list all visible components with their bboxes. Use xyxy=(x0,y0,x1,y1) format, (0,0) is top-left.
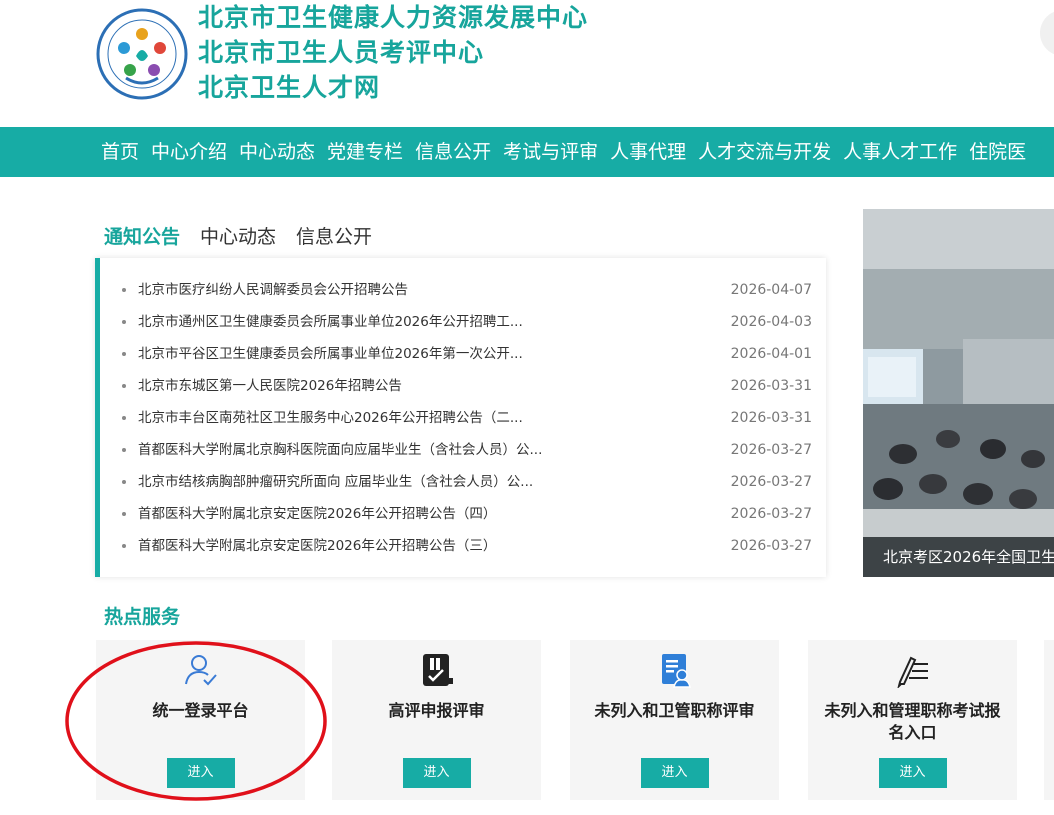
list-item[interactable]: 首都医科大学附属北京安定医院2026年公开招聘公告（四） 2026-03-27 xyxy=(122,498,812,530)
nav-item-news[interactable]: 中心动态 xyxy=(239,127,315,177)
news-date: 2026-03-27 xyxy=(730,442,812,458)
service-card-senior-review[interactable]: 高评申报评审 进入 xyxy=(332,640,541,800)
tab-center-news[interactable]: 中心动态 xyxy=(200,222,276,249)
nav-item-residency[interactable]: 住院医 xyxy=(969,127,1026,177)
news-date: 2026-04-07 xyxy=(730,282,812,298)
site-title-1: 北京市卫生健康人力资源发展中心 xyxy=(198,3,589,32)
news-photo-carousel[interactable]: 北京考区2026年全国卫生 xyxy=(863,209,1054,577)
tab-disclosure[interactable]: 信息公开 xyxy=(296,222,372,249)
main-nav: 首页 中心介绍 中心动态 党建专栏 信息公开 考试与评审 人事代理 人才交流与开… xyxy=(0,127,1054,177)
nav-item-hr-work[interactable]: 人事人才工作 xyxy=(843,127,957,177)
bullet-icon xyxy=(122,384,126,388)
service-card-login[interactable]: 统一登录平台 进入 xyxy=(96,640,305,800)
service-label: 未列入和管理职称考试报名入口 xyxy=(824,701,1001,742)
news-date: 2026-04-03 xyxy=(730,314,812,330)
site-header: 北京市卫生健康人力资源发展中心 北京市卫生人员考评中心 北京卫生人才网 xyxy=(0,0,1054,127)
list-item[interactable]: 北京市通州区卫生健康委员会所属事业单位2026年公开招聘工... 2026-04-… xyxy=(122,306,812,338)
news-date: 2026-03-31 xyxy=(730,410,812,426)
news-title[interactable]: 北京市通州区卫生健康委员会所属事业单位2026年公开招聘工... xyxy=(138,306,523,338)
news-title[interactable]: 首都医科大学附属北京安定医院2026年公开招聘公告（三） xyxy=(138,530,496,562)
enter-button[interactable]: 进入 xyxy=(402,758,471,788)
bullet-icon xyxy=(122,288,126,292)
nav-item-disclosure[interactable]: 信息公开 xyxy=(415,127,491,177)
pen-list-icon xyxy=(896,656,928,688)
list-item[interactable]: 北京市丰台区南苑社区卫生服务中心2026年公开招聘公告（二... 2026-03-… xyxy=(122,402,812,434)
bullet-icon xyxy=(122,352,126,356)
service-label: 高评申报评审 xyxy=(388,701,485,720)
site-title-2: 北京市卫生人员考评中心 xyxy=(198,38,485,67)
news-title[interactable]: 北京市东城区第一人民医院2026年招聘公告 xyxy=(138,370,402,402)
hot-services-title: 热点服务 xyxy=(104,606,181,628)
conference-photo xyxy=(863,209,1054,577)
enter-button[interactable]: 进入 xyxy=(640,758,709,788)
tab-notices[interactable]: 通知公告 xyxy=(104,222,180,249)
list-item[interactable]: 首都医科大学附属北京胸科医院面向应届毕业生（含社会人员）公... 2026-03-… xyxy=(122,434,812,466)
list-item[interactable]: 首都医科大学附属北京安定医院2026年公开招聘公告（三） 2026-03-27 xyxy=(122,530,812,562)
news-title[interactable]: 北京市丰台区南苑社区卫生服务中心2026年公开招聘公告（二... xyxy=(138,402,523,434)
list-item[interactable]: 北京市医疗纠纷人民调解委员会公开招聘公告 2026-04-07 xyxy=(122,274,812,306)
user-document-icon xyxy=(661,654,691,688)
service-label: 未列入和卫管职称评审 xyxy=(594,701,755,720)
news-title[interactable]: 首都医科大学附属北京安定医院2026年公开招聘公告（四） xyxy=(138,498,496,530)
news-title[interactable]: 北京市平谷区卫生健康委员会所属事业单位2026年第一次公开... xyxy=(138,338,523,370)
bullet-icon xyxy=(122,544,126,548)
nav-item-home[interactable]: 首页 xyxy=(101,127,139,177)
news-date: 2026-03-27 xyxy=(730,474,812,490)
search-button[interactable] xyxy=(1040,10,1054,56)
news-list-panel: 北京市医疗纠纷人民调解委员会公开招聘公告 2026-04-07 北京市通州区卫生健… xyxy=(95,258,826,577)
news-title[interactable]: 首都医科大学附属北京胸科医院面向应届毕业生（含社会人员）公... xyxy=(138,434,542,466)
bullet-icon xyxy=(122,416,126,420)
service-card-partial[interactable] xyxy=(1044,640,1054,800)
list-item[interactable]: 北京市结核病胸部肿瘤研究所面向 应届毕业生（含社会人员）公... 2026-03-… xyxy=(122,466,812,498)
bullet-icon xyxy=(122,320,126,324)
enter-button[interactable]: 进入 xyxy=(166,758,235,788)
user-check-icon xyxy=(184,655,217,686)
news-date: 2026-04-01 xyxy=(730,346,812,362)
service-card-title-review[interactable]: 未列入和卫管职称评审 进入 xyxy=(570,640,779,800)
list-item[interactable]: 北京市东城区第一人民医院2026年招聘公告 2026-03-31 xyxy=(122,370,812,402)
service-card-exam-registration[interactable]: 未列入和管理职称考试报名入口 进入 xyxy=(808,640,1017,800)
nav-item-personnel-agency[interactable]: 人事代理 xyxy=(610,127,686,177)
news-tabs: 通知公告 中心动态 信息公开 xyxy=(104,222,392,249)
center-logo-icon[interactable] xyxy=(96,8,188,100)
site-title-3: 北京卫生人才网 xyxy=(198,73,381,102)
document-stamp-icon xyxy=(422,654,453,686)
list-item[interactable]: 北京市平谷区卫生健康委员会所属事业单位2026年第一次公开... 2026-04-… xyxy=(122,338,812,370)
bullet-icon xyxy=(122,512,126,516)
bullet-icon xyxy=(122,448,126,452)
news-date: 2026-03-27 xyxy=(730,538,812,554)
enter-button[interactable]: 进入 xyxy=(878,758,947,788)
nav-item-intro[interactable]: 中心介绍 xyxy=(151,127,227,177)
nav-item-party[interactable]: 党建专栏 xyxy=(327,127,403,177)
site-titles: 北京市卫生健康人力资源发展中心 北京市卫生人员考评中心 北京卫生人才网 xyxy=(198,0,588,105)
news-date: 2026-03-27 xyxy=(730,506,812,522)
nav-item-talent[interactable]: 人才交流与开发 xyxy=(698,127,831,177)
photo-caption[interactable]: 北京考区2026年全国卫生 xyxy=(863,537,1054,577)
service-label: 统一登录平台 xyxy=(152,701,249,720)
news-date: 2026-03-31 xyxy=(730,378,812,394)
bullet-icon xyxy=(122,480,126,484)
news-title[interactable]: 北京市医疗纠纷人民调解委员会公开招聘公告 xyxy=(138,274,408,306)
news-title[interactable]: 北京市结核病胸部肿瘤研究所面向 应届毕业生（含社会人员）公... xyxy=(138,466,533,498)
nav-item-exams[interactable]: 考试与评审 xyxy=(503,127,598,177)
